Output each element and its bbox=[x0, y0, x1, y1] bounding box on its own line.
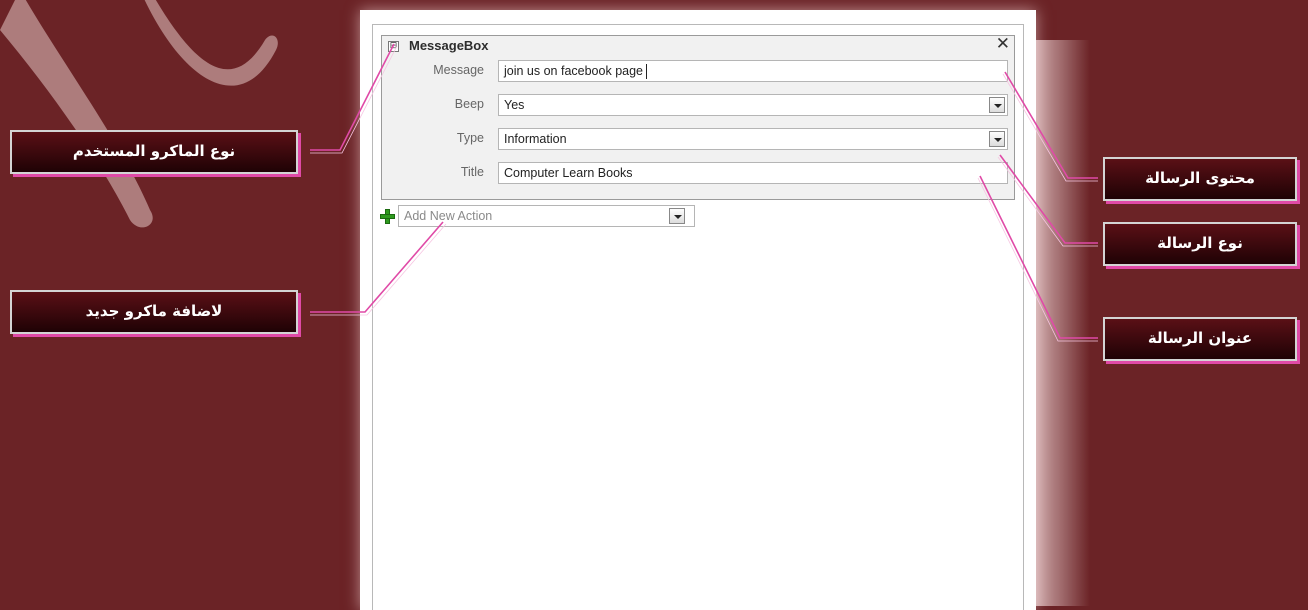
type-dropdown-arrow-icon[interactable] bbox=[989, 131, 1005, 147]
title-field[interactable]: Computer Learn Books bbox=[498, 162, 1008, 184]
type-label: Type bbox=[456, 131, 484, 145]
title-value: Computer Learn Books bbox=[504, 166, 633, 180]
macro-designer-pane: ⊟ MessageBox ✕ Message join us on facebo… bbox=[360, 10, 1036, 610]
collapse-icon[interactable]: ⊟ bbox=[388, 41, 399, 52]
callout-message-content: محتوى الرسالة bbox=[1103, 157, 1297, 201]
type-dropdown[interactable]: Information bbox=[498, 128, 1008, 150]
title-label: Title bbox=[460, 165, 484, 179]
action-name: MessageBox bbox=[409, 38, 489, 53]
green-plus-icon[interactable] bbox=[380, 209, 395, 224]
add-new-action-dropdown[interactable]: Add New Action bbox=[398, 205, 695, 227]
callout-add-macro: لاضافة ماكرو جديد bbox=[10, 290, 298, 334]
beep-dropdown-arrow-icon[interactable] bbox=[989, 97, 1005, 113]
callout-message-title: عنوان الرسالة bbox=[1103, 317, 1297, 361]
beep-dropdown[interactable]: Yes bbox=[498, 94, 1008, 116]
window-glow bbox=[1030, 40, 1090, 606]
messagebox-action-block[interactable]: ⊟ MessageBox ✕ Message join us on facebo… bbox=[381, 34, 1015, 200]
message-label: Message bbox=[433, 63, 484, 77]
text-caret bbox=[646, 64, 647, 80]
add-new-action-placeholder: Add New Action bbox=[404, 209, 493, 223]
beep-value: Yes bbox=[504, 98, 525, 112]
macro-designer-canvas: ⊟ MessageBox ✕ Message join us on facebo… bbox=[372, 24, 1024, 610]
close-icon[interactable]: ✕ bbox=[996, 34, 1010, 54]
callout-message-type: نوع الرسالة bbox=[1103, 222, 1297, 266]
add-action-dropdown-arrow-icon[interactable] bbox=[669, 208, 685, 224]
beep-label: Beep bbox=[454, 97, 484, 111]
callout-action-type: نوع الماكرو المستخدم bbox=[10, 130, 298, 174]
type-value: Information bbox=[504, 132, 567, 146]
message-field[interactable]: join us on facebook page bbox=[498, 60, 1008, 82]
message-value: join us on facebook page bbox=[504, 64, 643, 78]
